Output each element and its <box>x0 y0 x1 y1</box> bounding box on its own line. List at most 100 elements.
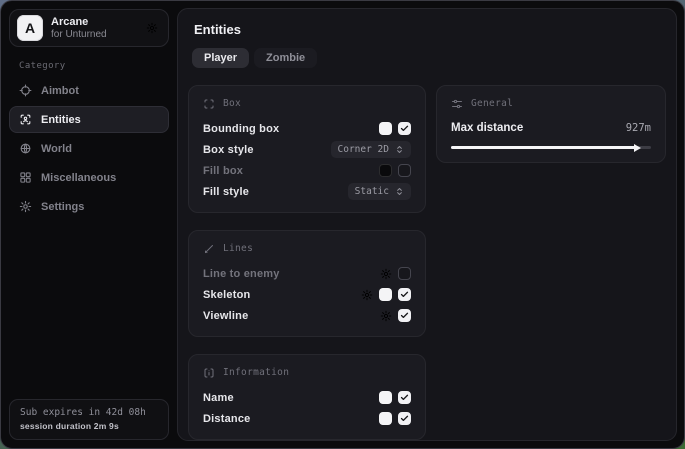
setting-row-bounding-box: Bounding box <box>203 118 411 139</box>
dropdown-box-style[interactable]: Corner 2D <box>331 141 411 158</box>
card-header: Information <box>203 365 411 380</box>
globe-icon <box>19 142 32 155</box>
dropdown-value: Static <box>355 186 389 197</box>
row-controls <box>380 309 411 322</box>
sidebar-item-label: Miscellaneous <box>41 172 116 184</box>
gear-icon[interactable] <box>380 310 392 322</box>
tab-zombie[interactable]: Zombie <box>254 48 317 68</box>
box-corners-icon <box>203 98 215 110</box>
brand-settings-gear-icon[interactable] <box>146 22 158 34</box>
checkbox[interactable] <box>398 288 411 301</box>
dropdown-fill-style[interactable]: Static <box>348 183 411 200</box>
check-icon <box>400 414 409 423</box>
card-header: Box <box>203 96 411 111</box>
sidebar-item-settings[interactable]: Settings <box>9 193 169 220</box>
color-swatch[interactable] <box>379 412 392 425</box>
tab-bar: Player Zombie <box>192 48 666 68</box>
row-controls <box>379 122 411 135</box>
check-icon <box>400 290 409 299</box>
gear-icon <box>19 200 32 213</box>
gear-icon[interactable] <box>380 268 392 280</box>
card-lines: Lines Line to enemy Skeleton Viewline <box>188 230 426 337</box>
entities-scan-icon <box>19 113 32 126</box>
row-label: Fill box <box>203 165 243 177</box>
card-title: Box <box>223 98 241 109</box>
setting-row-distance: Distance <box>203 408 411 429</box>
subscription-box: Sub expires in 42d 08h session duration … <box>9 399 169 440</box>
check-icon <box>400 124 409 133</box>
color-swatch[interactable] <box>379 391 392 404</box>
cards-column: Box Bounding box Box style Corner 2D Fill bo… <box>188 85 426 440</box>
sidebar-item-entities[interactable]: Entities <box>9 106 169 133</box>
max-distance-slider[interactable] <box>451 143 651 152</box>
category-label: Category <box>19 61 177 71</box>
session-duration: session duration 2m 9s <box>20 421 158 431</box>
slider-label: Max distance <box>451 122 523 134</box>
row-controls <box>380 267 411 280</box>
diagonal-line-icon <box>203 243 215 255</box>
chevrons-up-down-icon <box>395 145 404 154</box>
row-label: Box style <box>203 144 254 156</box>
page-title: Entities <box>194 22 666 37</box>
row-label: Viewline <box>203 310 248 322</box>
setting-row-skeleton: Skeleton <box>203 284 411 305</box>
row-controls: Corner 2D <box>331 141 411 158</box>
sidebar-nav: Aimbot Entities World Miscellaneous Settings <box>1 77 177 220</box>
blocks-icon <box>19 171 32 184</box>
card-header: Lines <box>203 241 411 256</box>
card-general: General Max distance927m <box>436 85 666 163</box>
tab-player[interactable]: Player <box>192 48 249 68</box>
checkbox[interactable] <box>398 164 411 177</box>
crosshair-icon <box>19 84 32 97</box>
row-label: Line to enemy <box>203 268 280 280</box>
slider-thumb-arrow[interactable] <box>634 144 641 152</box>
card-title: Information <box>223 367 289 378</box>
card-header: General <box>451 96 651 111</box>
check-icon <box>400 311 409 320</box>
checkbox[interactable] <box>398 267 411 280</box>
setting-row-name: Name <box>203 387 411 408</box>
row-controls <box>379 412 411 425</box>
row-label: Name <box>203 392 234 404</box>
setting-row-line-to-enemy: Line to enemy <box>203 263 411 284</box>
tab-label: Player <box>204 52 237 64</box>
tab-label: Zombie <box>266 52 305 64</box>
setting-row-fill-box: Fill box <box>203 160 411 181</box>
sidebar-item-label: Settings <box>41 201 84 213</box>
checkbox[interactable] <box>398 391 411 404</box>
brand-name: Arcane <box>51 16 107 29</box>
subscription-expires: Sub expires in 42d 08h <box>20 407 158 418</box>
row-label: Distance <box>203 413 250 425</box>
main-panel: Entities PlayerZombie BoxBounding boxBox… <box>177 8 677 441</box>
setting-row-box-style: Box style Corner 2D <box>203 139 411 160</box>
color-swatch[interactable] <box>379 164 392 177</box>
sidebar-item-label: Entities <box>41 114 81 126</box>
row-label: Skeleton <box>203 289 250 301</box>
checkbox[interactable] <box>398 309 411 322</box>
sidebar-item-miscellaneous[interactable]: Miscellaneous <box>9 164 169 191</box>
card-box: Box Bounding box Box style Corner 2D Fill bo… <box>188 85 426 213</box>
card-title: General <box>471 98 513 109</box>
color-swatch[interactable] <box>379 288 392 301</box>
checkbox[interactable] <box>398 412 411 425</box>
content: Box Bounding box Box style Corner 2D Fill bo… <box>188 85 666 440</box>
row-controls <box>379 391 411 404</box>
gear-icon[interactable] <box>361 289 373 301</box>
color-swatch[interactable] <box>379 122 392 135</box>
info-brackets-icon <box>203 367 215 379</box>
chevrons-up-down-icon <box>395 187 404 196</box>
checkbox[interactable] <box>398 122 411 135</box>
sidebar-item-label: Aimbot <box>41 85 79 97</box>
slider-fill <box>451 146 636 149</box>
general-column: General Max distance927m <box>436 85 666 163</box>
brand-subtitle: for Unturned <box>51 29 107 41</box>
setting-row-fill-style: Fill styleStatic <box>203 181 411 202</box>
app-logo: A <box>17 15 43 41</box>
slider-row-max-distance: Max distance927m <box>451 118 651 152</box>
card-information: Information Name Distance <box>188 354 426 440</box>
brand-box: A Arcane for Unturned <box>9 9 169 47</box>
sidebar-item-world[interactable]: World <box>9 135 169 162</box>
row-label: Bounding box <box>203 123 279 135</box>
card-title: Lines <box>223 243 253 254</box>
sidebar-item-aimbot[interactable]: Aimbot <box>9 77 169 104</box>
